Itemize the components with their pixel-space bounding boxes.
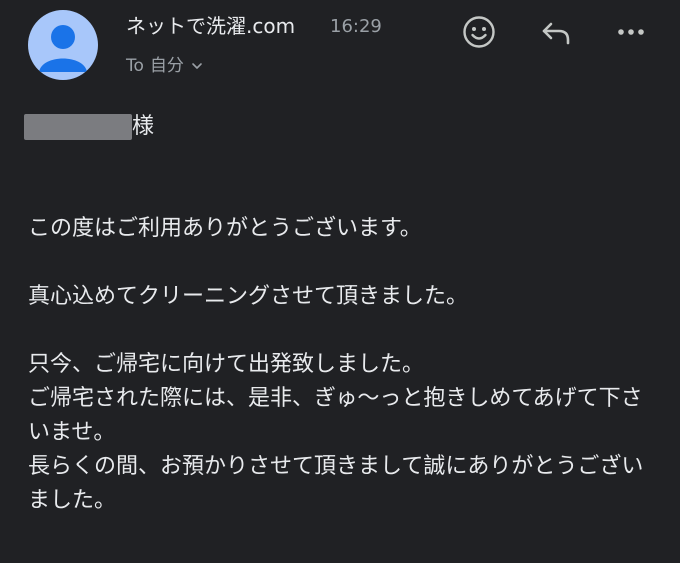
- message-line: ご帰宅された際には、是非、ぎゅ〜っと抱きしめてあげて下さいませ。: [28, 386, 643, 445]
- reply-button[interactable]: [538, 14, 574, 50]
- sender-name: ネットで洗濯.com: [126, 14, 296, 38]
- recipient-prefix: To: [126, 56, 144, 76]
- more-options-button[interactable]: [613, 14, 649, 50]
- message-paragraph: この度はご利用ありがとうございます。: [28, 216, 422, 241]
- add-reaction-button[interactable]: [461, 14, 497, 50]
- recipient-name: 自分: [149, 56, 184, 76]
- sender-avatar[interactable]: [28, 10, 98, 80]
- redacted-recipient-name: [24, 114, 132, 140]
- message-body: この度はご利用ありがとうございます。 真心込めてクリーニングさせて頂きました。 …: [28, 212, 658, 518]
- message-time: 16:29: [330, 16, 382, 37]
- smiley-icon: [463, 16, 495, 48]
- person-avatar-icon: [39, 25, 87, 72]
- salutation-suffix: 様: [132, 114, 155, 139]
- message-line: 長らくの間、お預かりさせて頂きまして誠にありがとうございました。: [28, 454, 644, 513]
- message-paragraph: 真心込めてクリーニングさせて頂きました。: [28, 284, 469, 309]
- reply-icon: [542, 22, 570, 45]
- message-paragraph: 只今、ご帰宅に向けて出発致しました。 ご帰宅された際には、是非、ぎゅ〜っと抱きし…: [28, 348, 658, 518]
- chevron-down-icon: [192, 63, 202, 69]
- message-line: 只今、ご帰宅に向けて出発致しました。: [28, 352, 425, 377]
- more-horizontal-icon: [618, 29, 644, 35]
- recipient-row[interactable]: To 自分: [126, 54, 204, 78]
